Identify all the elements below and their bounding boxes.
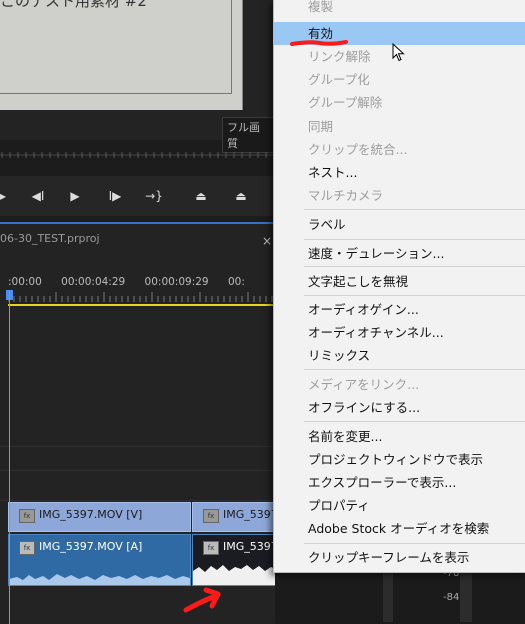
menu-separator [304, 369, 525, 370]
menu-item-label[interactable]: ラベル [274, 213, 525, 236]
step-back-frame-icon[interactable]: ◀I [27, 186, 49, 206]
menu-item-reveal-in-project[interactable]: プロジェクトウィンドウで表示 [274, 448, 525, 471]
menu-item-make-offline[interactable]: オフラインにする... [274, 396, 525, 419]
playhead-line[interactable] [9, 290, 10, 624]
timeline-time-ruler[interactable] [8, 292, 278, 302]
menu-item-reveal-in-explorer[interactable]: エクスプローラーで表示... [274, 471, 525, 494]
transport-controls: ▸ ◀I ▶ I▶ →} ⏏ ⏏ [0, 176, 275, 216]
title-safe-frame [0, 0, 232, 94]
timecode-label: 00: [227, 276, 245, 288]
menu-separator [304, 543, 525, 544]
extract-icon[interactable]: ⏏ [230, 186, 252, 206]
clip-label: IMG_5397 [223, 508, 278, 521]
audio-meter-panel [275, 570, 525, 622]
go-to-out-icon[interactable]: →} [143, 186, 165, 206]
menu-separator [304, 266, 525, 267]
fx-badge: fx [203, 509, 219, 523]
audio-clip[interactable]: fx IMG_5397.MOV [A] [8, 534, 191, 586]
timecode-label: 00:00:04:29 [61, 276, 126, 288]
menu-item-group[interactable]: グループ化 [274, 68, 525, 91]
meter-bar [383, 570, 393, 622]
timecode-label: 00:00:09:29 [144, 276, 209, 288]
audio-waveform [9, 574, 190, 585]
menu-item-search-adobe-stock-audio[interactable]: Adobe Stock オーディオを検索 [274, 517, 525, 540]
menu-item-duplicate[interactable]: 複製 [274, 0, 525, 18]
menu-item-multicamera[interactable]: マルチカメラ [274, 184, 525, 207]
menu-item-remix[interactable]: リミックス [274, 344, 525, 367]
audio-clip[interactable]: fx IMG_5397 [192, 534, 278, 586]
close-icon[interactable]: × [262, 234, 272, 248]
video-clip[interactable]: fx IMG_5397.MOV [V] [8, 502, 191, 532]
fx-badge: fx [19, 509, 35, 523]
sequence-tab[interactable]: 06-30_TEST.prproj [0, 232, 100, 245]
menu-item-synchronize[interactable]: 同期 [274, 115, 525, 138]
menu-separator [304, 295, 525, 296]
clip-label: IMG_5397.MOV [A] [39, 540, 143, 553]
menu-item-ignore-transcription[interactable]: 文字起こしを無視 [274, 270, 525, 293]
work-area-bar[interactable] [8, 304, 275, 306]
video-clip[interactable]: fx IMG_5397 [192, 502, 278, 532]
lift-icon[interactable]: ⏏ [190, 186, 212, 206]
play-icon[interactable]: ▶ [64, 186, 86, 206]
menu-item-link-media[interactable]: メディアをリンク... [274, 373, 525, 396]
menu-separator [304, 209, 525, 210]
audio-waveform [193, 565, 276, 585]
menu-item-ungroup[interactable]: グループ解除 [274, 91, 525, 114]
fx-badge: fx [19, 541, 35, 555]
timecode-ruler-labels: :00:00 00:00:04:29 00:00:09:29 00: [8, 276, 261, 288]
timeline-panel: 06-30_TEST.prproj × :00:00 00:00:04:29 0… [0, 222, 278, 624]
meter-scale-label: -84 [443, 592, 460, 603]
red-annotation-arrow [183, 587, 221, 613]
step-back-mark-icon[interactable]: ▸ [0, 186, 14, 206]
menu-item-audio-gain[interactable]: オーディオゲイン... [274, 298, 525, 321]
menu-item-audio-channels[interactable]: オーディオチャンネル... [274, 321, 525, 344]
menu-item-properties[interactable]: プロパティ [274, 494, 525, 517]
menu-item-show-clip-keyframes[interactable]: クリップキーフレームを表示 [274, 546, 525, 569]
mouse-cursor-icon [392, 43, 405, 62]
clip-context-menu: 複製 有効 リンク解除 グループ化 グループ解除 同期 クリップを統合... ネ… [273, 0, 525, 573]
menu-separator [304, 421, 525, 422]
meter-bar [460, 570, 472, 622]
program-monitor: このテスト用素材 #2 フル画質 ▸ ◀I ▶ I▶ →} ⏏ ⏏ [0, 0, 275, 216]
video-preview: このテスト用素材 #2 [0, 0, 243, 110]
clip-label: IMG_5397.MOV [V] [39, 508, 143, 521]
clip-label: IMG_5397 [223, 540, 278, 553]
red-annotation-underline [290, 40, 348, 46]
step-forward-frame-icon[interactable]: I▶ [104, 186, 126, 206]
monitor-time-ruler[interactable] [0, 148, 275, 162]
video-title-text: このテスト用素材 #2 [0, 0, 147, 10]
menu-item-merge-clips[interactable]: クリップを統合... [274, 138, 525, 161]
menu-item-speed-duration[interactable]: 速度・デュレーション... [274, 242, 525, 265]
menu-item-nest[interactable]: ネスト... [274, 161, 525, 184]
menu-item-rename[interactable]: 名前を変更... [274, 425, 525, 448]
fx-badge: fx [203, 541, 219, 555]
timecode-label: :00:00 [8, 276, 42, 288]
menu-separator [304, 239, 525, 240]
